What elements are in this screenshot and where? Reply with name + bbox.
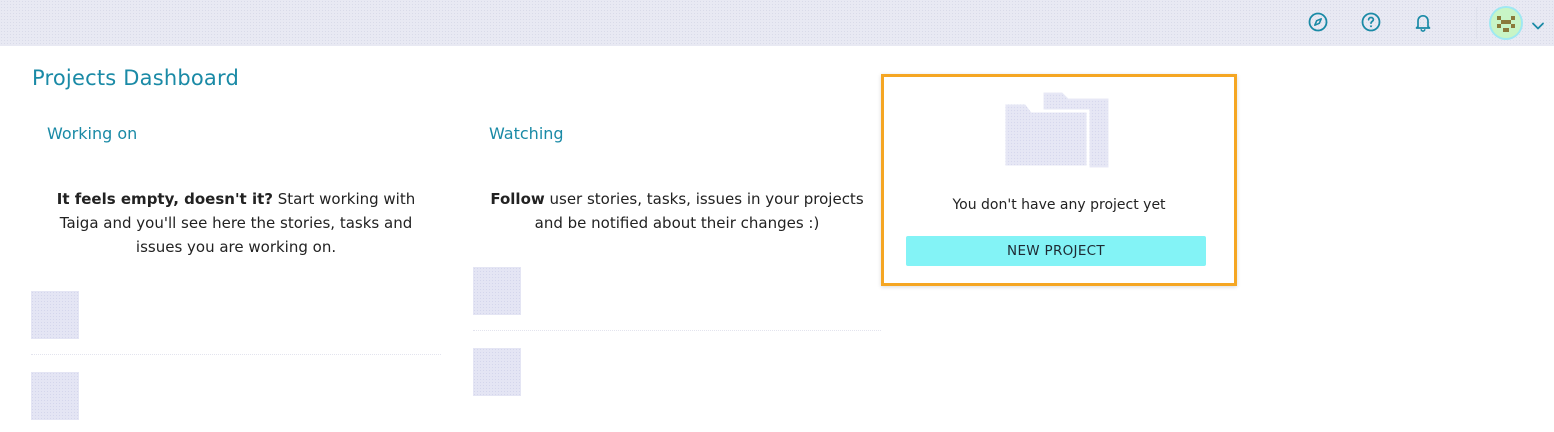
placeholder-divider xyxy=(473,330,881,331)
user-menu[interactable] xyxy=(1476,7,1554,39)
working-on-empty-message: It feels empty, doesn't it? Start workin… xyxy=(48,187,424,259)
help-icon[interactable] xyxy=(1360,11,1382,33)
watching-empty-bold: Follow xyxy=(490,190,545,208)
folder-icon xyxy=(1002,91,1114,175)
watching-empty-message: Follow user stories, tasks, issues in yo… xyxy=(490,187,864,235)
chevron-down-icon[interactable] xyxy=(1531,16,1545,35)
working-on-title: Working on xyxy=(47,124,138,143)
placeholder-thumbnail xyxy=(473,348,521,396)
placeholder-thumbnail xyxy=(473,267,521,315)
working-on-empty-bold: It feels empty, doesn't it? xyxy=(56,190,273,208)
watching-title: Watching xyxy=(489,124,564,143)
no-project-message: You don't have any project yet xyxy=(952,197,1166,213)
top-navigation-bar xyxy=(0,0,1554,46)
user-avatar[interactable] xyxy=(1491,8,1521,38)
new-project-button[interactable]: NEW PROJECT xyxy=(906,236,1206,266)
new-project-card: You don't have any project yet NEW PROJE… xyxy=(881,74,1237,286)
notifications-icon[interactable] xyxy=(1412,11,1434,33)
placeholder-divider xyxy=(31,354,441,355)
placeholder-thumbnail xyxy=(31,291,79,339)
placeholder-thumbnail xyxy=(31,372,79,420)
watching-empty-text: user stories, tasks, issues in your proj… xyxy=(534,190,864,232)
discover-icon[interactable] xyxy=(1307,11,1329,33)
page-title: Projects Dashboard xyxy=(32,66,239,90)
